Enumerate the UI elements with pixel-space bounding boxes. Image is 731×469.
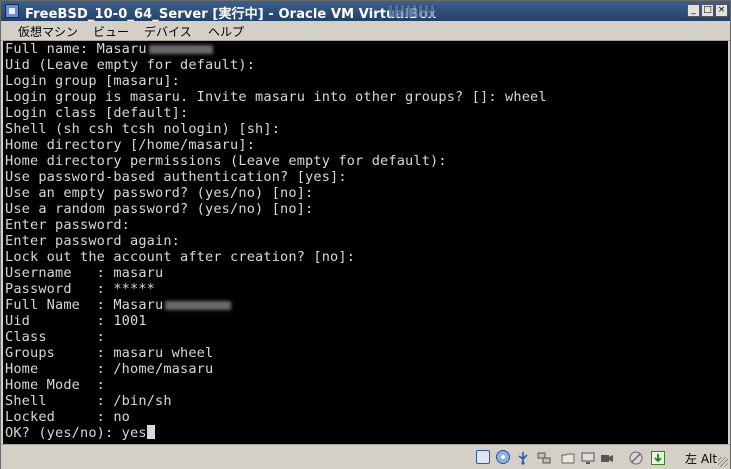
console-line: Uid : 1001 <box>5 313 147 329</box>
console-line: Groups : masaru wheel <box>5 345 214 361</box>
console-line: Use password-based authentication? [yes]… <box>5 169 347 185</box>
console-line: OK? (yes/no): yes <box>5 425 155 441</box>
optical-drive-icon[interactable] <box>496 450 510 464</box>
console-line: Username : masaru <box>5 265 164 281</box>
text-cursor <box>146 425 155 439</box>
console-line: Use an empty password? (yes/no) [no]: <box>5 185 314 201</box>
host-key-label: 左 Alt <box>685 452 718 466</box>
title-bar-grip <box>389 5 437 17</box>
console-line: Home : /home/masaru <box>5 361 214 377</box>
menu-bar: 仮想マシン ビュー デバイス ヘルプ <box>1 21 730 41</box>
console-line: Lock out the account after creation? [no… <box>5 249 356 265</box>
console-line: Shell (sh csh tcsh nologin) [sh]: <box>5 121 281 137</box>
console-line: Shell : /bin/sh <box>5 393 172 409</box>
virtualbox-window: FreeBSD_10-0_64_Server [実行中] - Oracle VM… <box>0 0 731 469</box>
console-line: Login group is masaru. Invite masaru int… <box>5 89 547 105</box>
console-line: Password : ***** <box>5 281 156 297</box>
console-line: Uid (Leave empty for default): <box>5 57 256 73</box>
console-line: Locked : no <box>5 409 131 425</box>
console-line: Full Name : Masaru <box>5 297 232 313</box>
console-line: Login group [masaru]: <box>5 73 181 89</box>
window-title: FreeBSD_10-0_64_Server [実行中] - Oracle VM… <box>25 7 437 22</box>
console-line: Enter password again: <box>5 233 181 249</box>
menu-devices[interactable]: デバイス <box>144 23 192 40</box>
menu-help[interactable]: ヘルプ <box>208 23 244 40</box>
status-bar: 左 Alt <box>1 444 730 469</box>
minimize-button[interactable]: _ <box>687 4 700 17</box>
virtualbox-app-icon <box>5 4 19 18</box>
console-line: Home directory permissions (Leave empty … <box>5 153 447 169</box>
console-line: Enter password: <box>5 217 131 233</box>
menu-view[interactable]: ビュー <box>93 23 129 40</box>
redacted-text <box>148 44 213 54</box>
hard-disk-icon[interactable] <box>476 450 490 464</box>
redacted-text <box>165 300 232 310</box>
network-icon[interactable] <box>537 450 551 464</box>
console-line: Home directory [/home/masaru]: <box>5 137 256 153</box>
title-bar[interactable]: FreeBSD_10-0_64_Server [実行中] - Oracle VM… <box>1 1 730 22</box>
console-line: Login class [default]: <box>5 105 189 121</box>
shared-folders-icon[interactable] <box>561 450 575 464</box>
console-line: Use a random password? (yes/no) [no]: <box>5 201 314 217</box>
console-line: Full name: Masaru <box>5 41 213 57</box>
vm-console-screen[interactable]: Full name: Masaru Uid (Leave empty for d… <box>3 41 728 444</box>
host-key-arrow-icon[interactable] <box>651 450 665 465</box>
menu-machine[interactable]: 仮想マシン <box>18 23 78 40</box>
usb-icon[interactable] <box>516 450 530 465</box>
video-capture-icon[interactable] <box>600 450 614 464</box>
mouse-integration-icon[interactable] <box>629 450 643 465</box>
resize-grip[interactable] <box>718 457 728 467</box>
console-line: Home Mode : <box>5 377 106 393</box>
console-line: Class : <box>5 329 106 345</box>
maximize-button[interactable]: □ <box>701 4 714 17</box>
display-icon[interactable] <box>581 450 595 464</box>
close-button[interactable]: × <box>715 4 728 17</box>
